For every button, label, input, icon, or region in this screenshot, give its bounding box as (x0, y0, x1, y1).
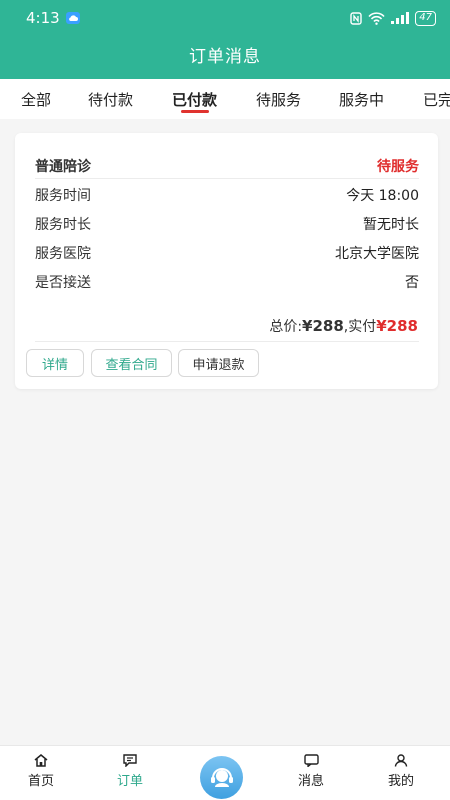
signal-icon (391, 12, 410, 24)
cloud-icon (65, 12, 80, 24)
tab-paid[interactable]: 已付款 (172, 89, 217, 110)
nav-messages-label: 消息 (297, 774, 324, 789)
battery-icon: 47 (415, 10, 436, 26)
order-header-row: 普通陪诊 待服务 (35, 156, 419, 176)
chat-icon (123, 754, 137, 767)
status-time-wrap: 4:13 (26, 9, 80, 27)
divider (35, 178, 419, 179)
page-title: 订单消息 (189, 47, 261, 67)
view-contract-button[interactable]: 查看合同 (91, 349, 172, 377)
info-row-duration: 服务时长 暂无时长 (35, 214, 419, 234)
divider (35, 341, 419, 342)
nav-orders[interactable]: 订单 (100, 754, 160, 789)
detail-button[interactable]: 详情 (26, 349, 84, 377)
nfc-icon (350, 11, 362, 25)
tab-pending-payment[interactable]: 待付款 (88, 89, 133, 110)
nav-messages[interactable]: 消息 (281, 754, 341, 789)
status-bar: 4:13 47 (0, 0, 450, 36)
customer-service-button[interactable] (200, 756, 243, 799)
info-row-hospital: 服务医院 北京大学医院 (35, 243, 419, 263)
message-icon (303, 754, 319, 767)
paid-amount: ¥288 (376, 317, 418, 335)
status-time: 4:13 (26, 9, 60, 27)
refund-button[interactable]: 申请退款 (178, 349, 259, 377)
info-value: 否 (405, 275, 419, 291)
info-label: 服务时长 (35, 217, 91, 233)
nav-mine-label: 我的 (387, 774, 414, 789)
info-value: 暂无时长 (363, 217, 419, 233)
nav-orders-label: 订单 (116, 774, 143, 789)
status-icons: 47 (350, 10, 436, 26)
order-tabs: 全部 待付款 已付款 待服务 服务中 已完 (0, 79, 450, 119)
nav-mine[interactable]: 我的 (371, 754, 431, 789)
tab-completed[interactable]: 已完 (423, 89, 450, 110)
active-tab-indicator (181, 110, 209, 113)
user-icon (394, 754, 408, 767)
total-label: 总价: (269, 319, 303, 335)
info-label: 服务时间 (35, 188, 91, 204)
info-label: 是否接送 (35, 275, 91, 291)
tab-in-service[interactable]: 服务中 (339, 89, 384, 110)
order-card[interactable]: 普通陪诊 待服务 服务时间 今天 18:00 服务时长 暂无时长 服务医院 北京… (15, 133, 438, 389)
info-row-time: 服务时间 今天 18:00 (35, 185, 419, 205)
paid-label: ,实付 (343, 319, 377, 335)
top-bar: 4:13 47 订单消息 (0, 0, 450, 79)
headset-icon (210, 767, 233, 787)
tab-all[interactable]: 全部 (21, 89, 51, 110)
wifi-icon (368, 11, 385, 25)
service-name: 普通陪诊 (35, 159, 91, 175)
info-row-pickup: 是否接送 否 (35, 272, 419, 292)
info-value: 北京大学医院 (335, 246, 419, 262)
home-icon (34, 754, 48, 767)
info-label: 服务医院 (35, 246, 91, 262)
price-line: 总价: ¥288 ,实付 ¥288 (269, 316, 418, 336)
nav-home-label: 首页 (27, 774, 54, 789)
status-badge: 待服务 (377, 159, 419, 175)
total-amount: ¥288 (302, 317, 344, 335)
nav-home[interactable]: 首页 (11, 754, 71, 789)
info-value: 今天 18:00 (346, 188, 419, 204)
tab-pending-service[interactable]: 待服务 (256, 89, 301, 110)
